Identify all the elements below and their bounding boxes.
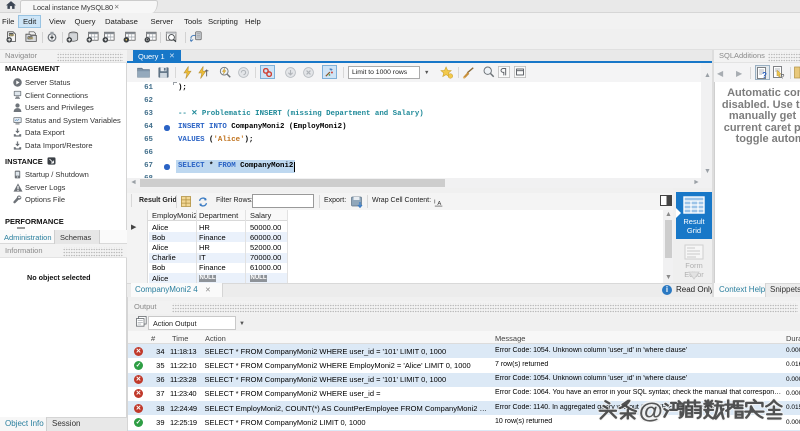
svg-text:SQL: SQL xyxy=(28,36,34,40)
svg-text:?: ? xyxy=(781,75,785,80)
svg-text:D: D xyxy=(146,38,149,42)
svg-text:I: I xyxy=(434,200,436,206)
svg-text:SQL: SQL xyxy=(9,33,15,37)
svg-text:?: ? xyxy=(762,71,767,79)
svg-text:@: @ xyxy=(639,399,663,422)
